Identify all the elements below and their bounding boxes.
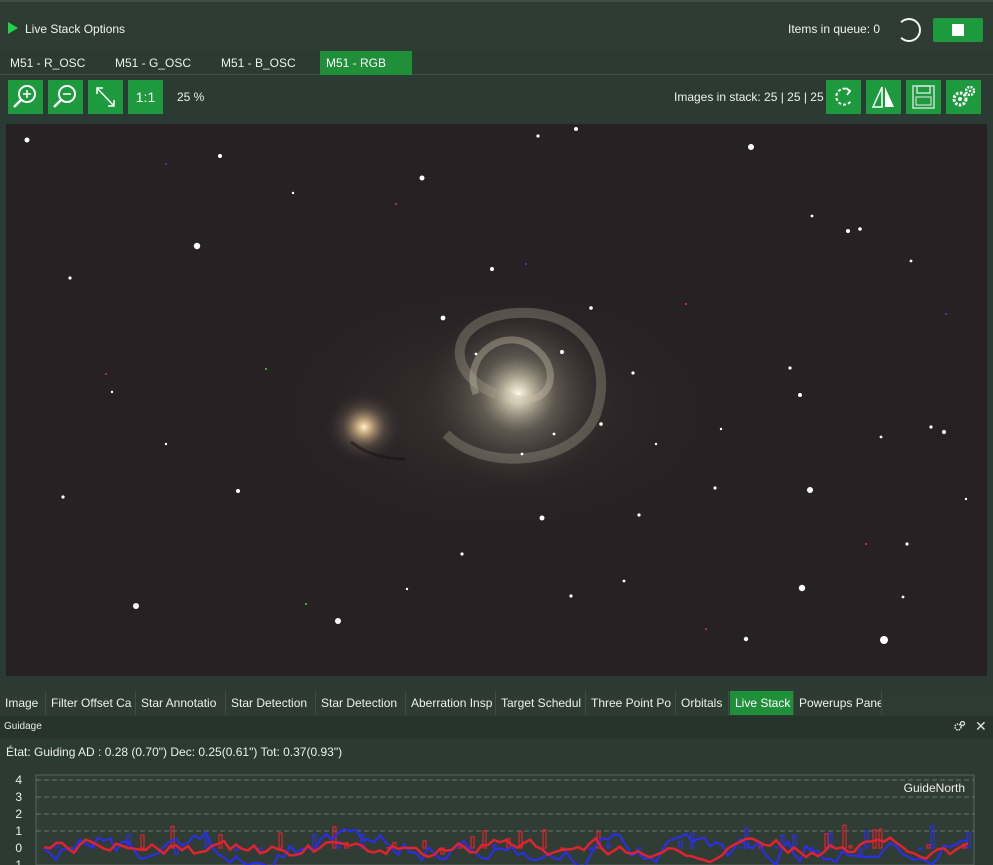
tab-three-point-polar[interactable]: Three Point Po xyxy=(586,691,676,715)
stop-icon xyxy=(952,24,964,36)
save-button[interactable] xyxy=(906,80,941,114)
y-tick-label: 4 xyxy=(15,773,22,787)
guide-chart: 4 3 2 1 0 -1 GuideNorth xyxy=(0,770,993,865)
tab-m51-g-osc[interactable]: M51 - G_OSC xyxy=(105,51,213,75)
one-to-one-button[interactable]: 1:1 xyxy=(128,80,163,114)
tab-orbitals[interactable]: Orbitals xyxy=(676,691,729,715)
flip-button[interactable] xyxy=(866,80,901,114)
fit-icon xyxy=(96,87,115,107)
progress-spinner-icon xyxy=(897,18,921,42)
refresh-icon xyxy=(835,87,852,106)
stop-button[interactable] xyxy=(933,18,983,42)
zoom-in-icon xyxy=(13,85,36,108)
tab-star-detection-1[interactable]: Star Detection xyxy=(226,691,316,715)
guide-panel-title: Guidage xyxy=(4,721,42,732)
images-in-stack-label: Images in stack: 25 | 25 | 25 xyxy=(674,90,824,104)
zoom-out-icon xyxy=(53,85,76,108)
tab-target-scheduler[interactable]: Target Schedul xyxy=(496,691,586,715)
panel-close-icon[interactable]: ✕ xyxy=(975,719,987,733)
tab-filter-offset[interactable]: Filter Offset Ca xyxy=(46,691,136,715)
y-tick-label: 1 xyxy=(15,824,22,838)
save-icon xyxy=(912,85,935,109)
tab-m51-r-osc[interactable]: M51 - R_OSC xyxy=(0,51,106,75)
tab-powerups-panel[interactable]: Powerups Pane xyxy=(794,691,882,715)
y-tick-label: -1 xyxy=(11,858,22,865)
zoom-level-label: 25 % xyxy=(177,90,205,104)
tab-star-detection-2[interactable]: Star Detection xyxy=(316,691,406,715)
live-stack-options-bar: Live Stack Options Items in queue: 0 xyxy=(0,0,993,50)
y-tick-label: 2 xyxy=(15,807,22,821)
tab-live-stack[interactable]: Live Stack xyxy=(730,691,794,715)
settings-icon xyxy=(952,85,976,107)
stacked-image-viewer[interactable] xyxy=(6,124,987,676)
zoom-in-button[interactable] xyxy=(8,80,43,114)
tab-m51-rgb[interactable]: M51 - RGB xyxy=(320,51,412,75)
one-to-one-label: 1:1 xyxy=(135,89,156,105)
chart-legend-label: GuideNorth xyxy=(904,781,965,795)
image-toolbar: 1:1 25 % Images in stack: 25 | 25 | 25 xyxy=(0,76,993,120)
tab-m51-b-osc[interactable]: M51 - B_OSC xyxy=(211,51,319,75)
galaxy-image xyxy=(6,124,987,676)
tab-star-annotation[interactable]: Star Annotatio xyxy=(136,691,226,715)
queue-count-label: Items in queue: 0 xyxy=(788,22,881,36)
y-tick-label: 3 xyxy=(15,790,22,804)
stack-tabs: M51 - R_OSC M51 - G_OSC M51 - B_OSC M51 … xyxy=(0,50,993,75)
settings-button[interactable] xyxy=(946,80,981,114)
tab-aberration-inspector[interactable]: Aberration Insp xyxy=(406,691,496,715)
live-stack-options-title[interactable]: Live Stack Options xyxy=(25,22,125,36)
panel-settings-icon[interactable] xyxy=(954,721,965,732)
tab-image[interactable]: Image xyxy=(0,691,46,715)
refresh-button[interactable] xyxy=(826,80,861,114)
fit-to-window-button[interactable] xyxy=(88,80,123,114)
guide-status-text: État: Guiding AD : 0.28 (0.70") Dec: 0.2… xyxy=(6,745,343,759)
flip-icon xyxy=(871,86,894,108)
zoom-out-button[interactable] xyxy=(48,80,83,114)
expand-play-icon[interactable] xyxy=(8,22,18,34)
y-tick-label: 0 xyxy=(15,841,22,855)
panel-tabs: Image Filter Offset Ca Star Annotatio St… xyxy=(0,691,993,715)
guide-panel-header: Guidage ✕ xyxy=(0,716,993,738)
correction-pulse-bar xyxy=(774,846,779,849)
